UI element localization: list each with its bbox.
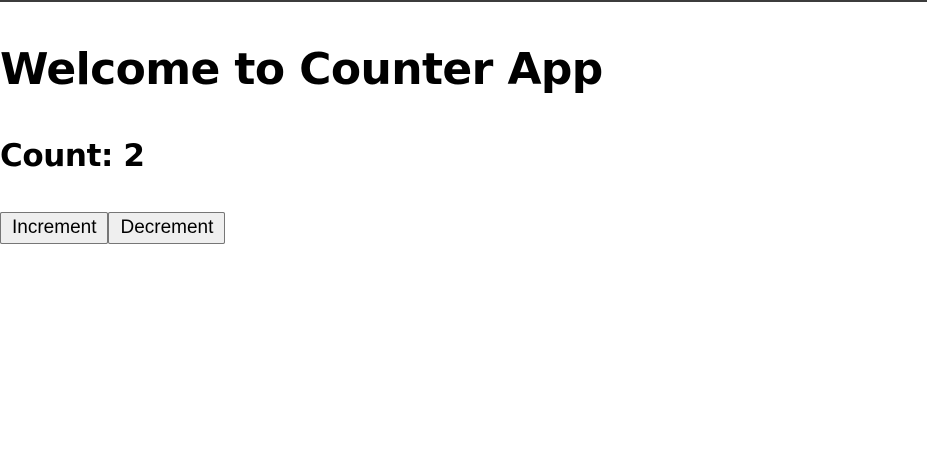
decrement-button[interactable]: Decrement	[108, 212, 226, 244]
page-title: Welcome to Counter App	[0, 44, 603, 95]
counter-app-page: Welcome to Counter App Count: 2 Incremen…	[0, 0, 927, 464]
increment-button[interactable]: Increment	[0, 212, 109, 244]
counter-controls: Increment Decrement	[0, 212, 226, 244]
count-value: 2	[123, 138, 145, 174]
count-display: Count: 2	[0, 136, 145, 176]
count-label: Count:	[0, 138, 114, 174]
